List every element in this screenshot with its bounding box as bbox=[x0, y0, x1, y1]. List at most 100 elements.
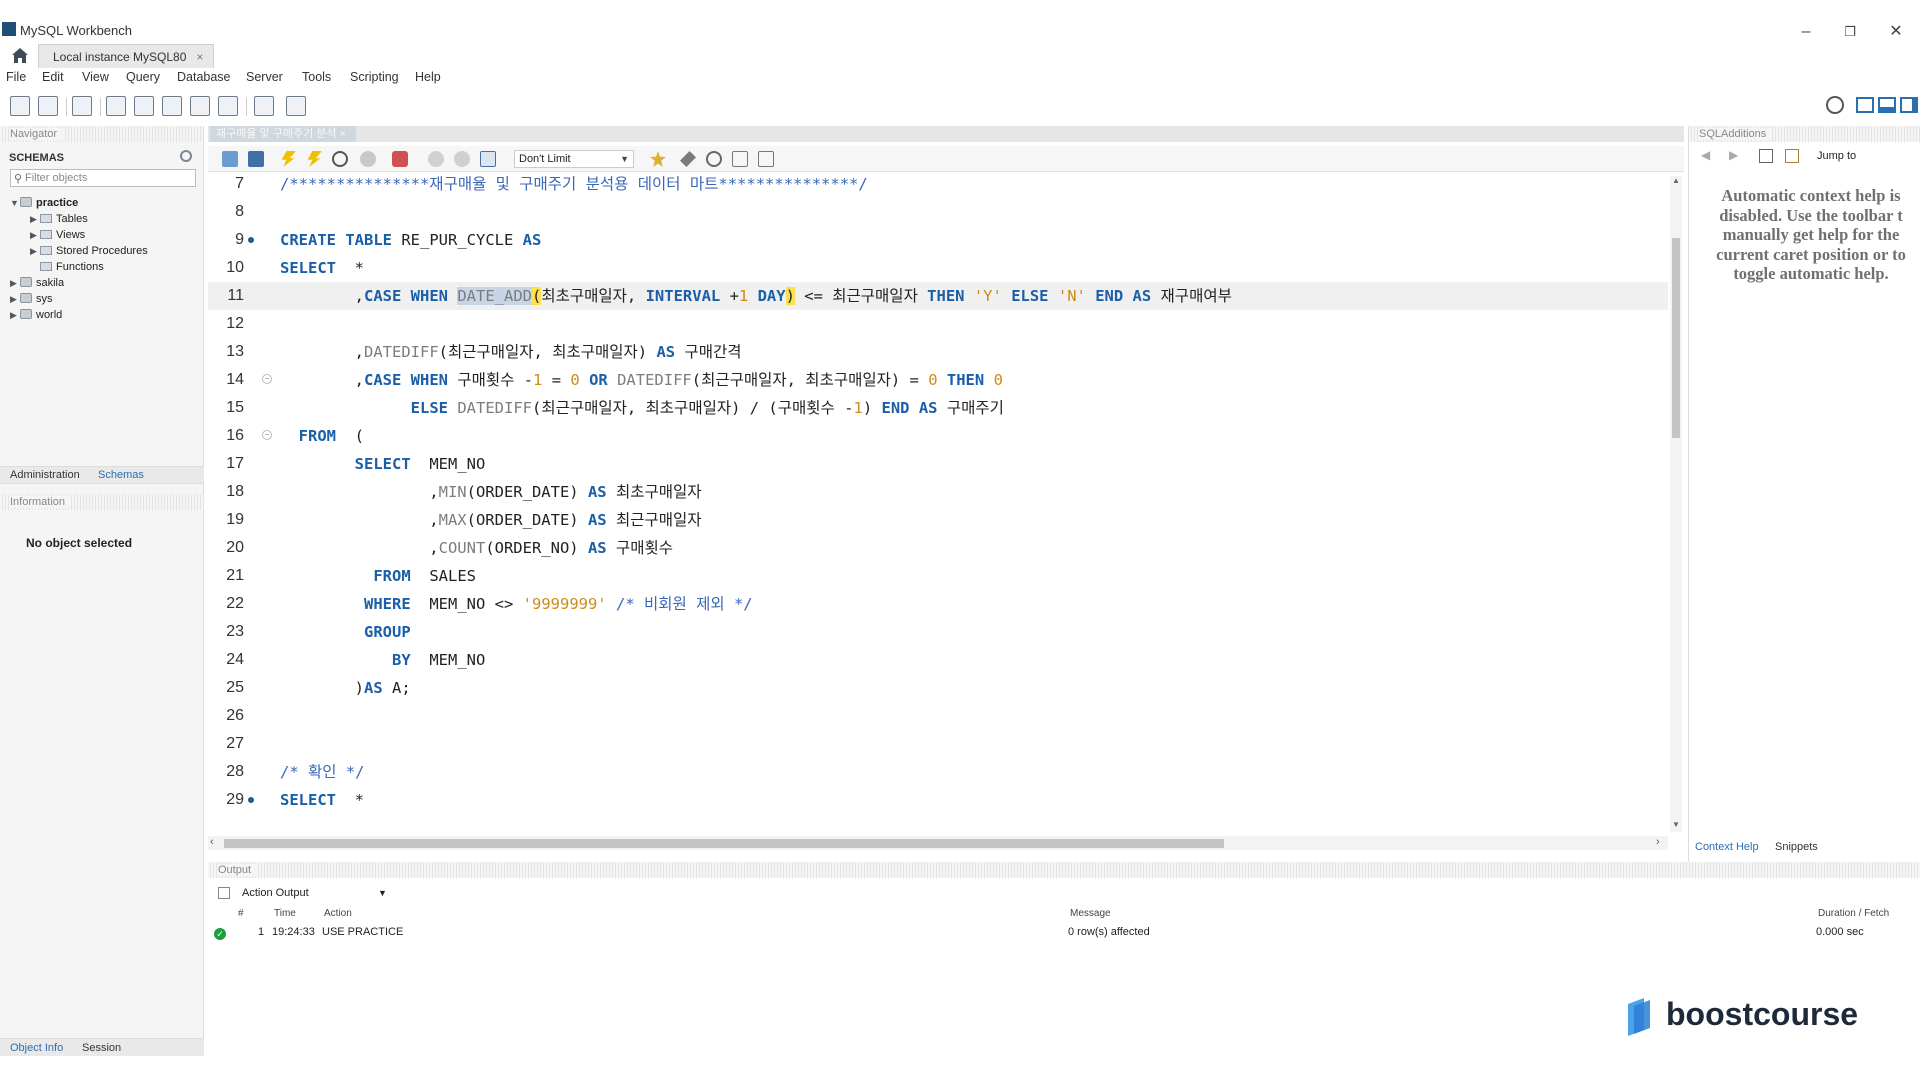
menu-tools[interactable]: Tools bbox=[302, 70, 331, 84]
menu-help[interactable]: Help bbox=[415, 70, 441, 84]
copy-icon[interactable] bbox=[218, 887, 230, 899]
toggle-output-icon[interactable] bbox=[1878, 97, 1896, 113]
horizontal-scroll-thumb[interactable] bbox=[224, 839, 1224, 848]
tree-item-views[interactable]: ▶ Views bbox=[30, 228, 85, 242]
output-type-select[interactable]: Action Output ▼ bbox=[210, 884, 387, 902]
execute-current-statement-icon[interactable] bbox=[307, 151, 322, 167]
code-line[interactable]: 25 )AS A; bbox=[208, 674, 1668, 702]
refresh-icon[interactable] bbox=[180, 150, 192, 162]
code-line[interactable]: 18 ,MIN(ORDER_DATE) AS 최초구매일자 bbox=[208, 478, 1668, 506]
close-tab-icon[interactable]: × bbox=[196, 50, 203, 64]
menu-view[interactable]: View bbox=[82, 70, 109, 84]
create-schema-icon[interactable] bbox=[106, 96, 126, 116]
toggle-continue-on-error-icon[interactable] bbox=[392, 151, 408, 167]
menu-scripting[interactable]: Scripting bbox=[350, 70, 399, 84]
scroll-left-icon[interactable]: ‹ bbox=[210, 836, 214, 848]
new-sql-tab-icon[interactable] bbox=[10, 96, 30, 116]
back-icon[interactable]: ◀ bbox=[1701, 148, 1710, 162]
schema-sakila[interactable]: ▶ sakila bbox=[10, 276, 64, 290]
code-line[interactable]: 9 CREATE TABLE RE_PUR_CYCLE AS bbox=[208, 226, 1668, 254]
forward-icon[interactable]: ▶ bbox=[1729, 148, 1738, 162]
code-editor[interactable]: 7 /***************재구매율 및 구매주기 분석용 데이터 마트*… bbox=[208, 176, 1668, 818]
code-line[interactable]: 16 − FROM ( bbox=[208, 422, 1668, 450]
fold-toggle-icon[interactable]: − bbox=[262, 374, 272, 384]
expanded-arrow-icon[interactable]: ▼ bbox=[10, 196, 20, 210]
open-file-icon[interactable] bbox=[222, 151, 238, 167]
explain-icon[interactable] bbox=[332, 151, 348, 167]
stop-icon[interactable] bbox=[360, 151, 376, 167]
schema-world[interactable]: ▶ world bbox=[10, 308, 62, 322]
code-line[interactable]: 13 ,DATEDIFF(최근구매일자, 최초구매일자) AS 구매간격 bbox=[208, 338, 1668, 366]
menu-query[interactable]: Query bbox=[126, 70, 160, 84]
code-line[interactable]: 12 bbox=[208, 310, 1668, 338]
query-tab[interactable]: 재구매율 및 구매주기 분석 × bbox=[210, 126, 356, 142]
code-line[interactable]: 27 bbox=[208, 730, 1668, 758]
collapsed-arrow-icon[interactable]: ▶ bbox=[10, 276, 20, 290]
code-line[interactable]: 29 SELECT * bbox=[208, 786, 1668, 814]
filter-objects-field[interactable]: ⚲ bbox=[10, 169, 196, 187]
tab-session[interactable]: Session bbox=[82, 1042, 121, 1054]
tab-schemas[interactable]: Schemas bbox=[98, 469, 144, 481]
tree-item-functions[interactable]: Functions bbox=[30, 260, 104, 274]
manual-help-icon[interactable] bbox=[1759, 149, 1773, 163]
minimize-button[interactable]: – bbox=[1796, 22, 1816, 42]
create-function-icon[interactable] bbox=[218, 96, 238, 116]
create-view-icon[interactable] bbox=[162, 96, 182, 116]
output-row[interactable]: ✓ 1 19:24:33 USE PRACTICE 0 row(s) affec… bbox=[208, 926, 1920, 942]
code-line[interactable]: 22 WHERE MEM_NO <> '9999999' /* 비회원 제외 *… bbox=[208, 590, 1668, 618]
menu-database[interactable]: Database bbox=[177, 70, 231, 84]
home-icon[interactable] bbox=[10, 46, 30, 64]
collapsed-arrow-icon[interactable]: ▶ bbox=[10, 292, 20, 306]
code-line[interactable]: 7 /***************재구매율 및 구매주기 분석용 데이터 마트*… bbox=[208, 176, 1668, 198]
tab-local-instance[interactable]: Local instance MySQL80 × bbox=[38, 44, 215, 68]
horizontal-scrollbar[interactable]: ‹ › bbox=[208, 836, 1668, 850]
add-snippet-icon[interactable] bbox=[650, 151, 666, 167]
schema-practice[interactable]: ▼ practice bbox=[10, 196, 78, 210]
code-line[interactable]: 11 ,CASE WHEN DATE_ADD(최초구매일자, INTERVAL … bbox=[208, 282, 1668, 310]
collapsed-arrow-icon[interactable]: ▶ bbox=[30, 212, 40, 226]
tab-context-help[interactable]: Context Help bbox=[1695, 841, 1759, 853]
code-line[interactable]: 15 ELSE DATEDIFF(최근구매일자, 최초구매일자) / (구매횟수… bbox=[208, 394, 1668, 422]
collapsed-arrow-icon[interactable]: ▶ bbox=[30, 244, 40, 258]
code-line[interactable]: 24 BY MEM_NO bbox=[208, 646, 1668, 674]
word-wrap-icon[interactable] bbox=[758, 151, 774, 167]
search-table-data-icon[interactable] bbox=[254, 96, 274, 116]
tab-object-info[interactable]: Object Info bbox=[10, 1042, 63, 1054]
code-line[interactable]: 21 FROM SALES bbox=[208, 562, 1668, 590]
code-line[interactable]: 14 − ,CASE WHEN 구매횟수 -1 = 0 OR DATEDIFF(최… bbox=[208, 366, 1668, 394]
open-sql-script-icon[interactable] bbox=[38, 96, 58, 116]
menu-edit[interactable]: Edit bbox=[42, 70, 64, 84]
scroll-thumb[interactable] bbox=[1672, 238, 1680, 438]
tab-snippets[interactable]: Snippets bbox=[1775, 841, 1818, 853]
settings-gear-icon[interactable] bbox=[1826, 96, 1844, 114]
collapsed-arrow-icon[interactable]: ▶ bbox=[10, 308, 20, 322]
fold-toggle-icon[interactable]: − bbox=[262, 430, 272, 440]
code-line[interactable]: 19 ,MAX(ORDER_DATE) AS 최근구매일자 bbox=[208, 506, 1668, 534]
code-line[interactable]: 8 bbox=[208, 198, 1668, 226]
close-button[interactable]: ✕ bbox=[1886, 22, 1906, 42]
tab-administration[interactable]: Administration bbox=[10, 469, 80, 481]
toggle-secondary-sidebar-icon[interactable] bbox=[1900, 97, 1918, 113]
menu-server[interactable]: Server bbox=[246, 70, 283, 84]
code-line[interactable]: 30 FROM RE_PUR_CYCLE; bbox=[208, 814, 1668, 818]
menu-file[interactable]: File bbox=[6, 70, 26, 84]
scroll-right-icon[interactable]: › bbox=[1656, 836, 1660, 848]
save-icon[interactable] bbox=[248, 151, 264, 167]
code-line[interactable]: 17 SELECT MEM_NO bbox=[208, 450, 1668, 478]
reconnect-icon[interactable] bbox=[286, 96, 306, 116]
toggle-sidebar-icon[interactable] bbox=[1856, 97, 1874, 113]
autocommit-toggle-icon[interactable] bbox=[480, 151, 496, 167]
create-table-icon[interactable] bbox=[134, 96, 154, 116]
code-line[interactable]: 10 SELECT * bbox=[208, 254, 1668, 282]
auto-help-icon[interactable] bbox=[1785, 149, 1799, 163]
restore-button[interactable]: ❐ bbox=[1840, 22, 1860, 42]
code-line[interactable]: 20 ,COUNT(ORDER_NO) AS 구매횟수 bbox=[208, 534, 1668, 562]
commit-icon[interactable] bbox=[428, 151, 444, 167]
execute-icon[interactable] bbox=[281, 151, 296, 167]
beautify-icon[interactable] bbox=[680, 151, 696, 167]
filter-objects-input[interactable] bbox=[25, 171, 193, 185]
rollback-icon[interactable] bbox=[454, 151, 470, 167]
tree-item-stored-procedures[interactable]: ▶ Stored Procedures bbox=[30, 244, 148, 258]
code-line[interactable]: 23 GROUP bbox=[208, 618, 1668, 646]
jump-to-label[interactable]: Jump to bbox=[1817, 150, 1856, 162]
